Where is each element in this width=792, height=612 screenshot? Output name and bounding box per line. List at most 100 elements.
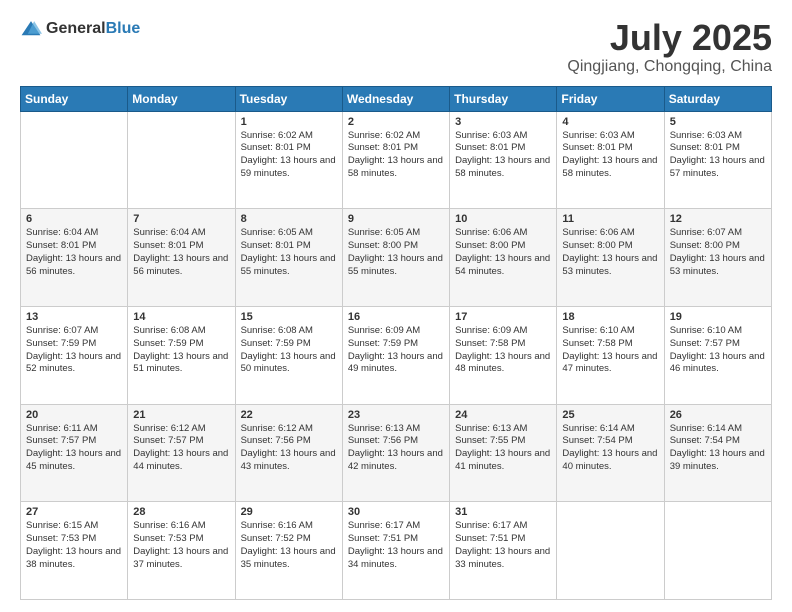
day-number: 31	[455, 506, 551, 518]
title-block: July 2025 Qingjiang, Chongqing, China	[567, 18, 772, 76]
day-info: Sunrise: 6:08 AM Sunset: 7:59 PM Dayligh…	[241, 325, 337, 376]
day-info: Sunrise: 6:14 AM Sunset: 7:54 PM Dayligh…	[670, 423, 766, 474]
calendar-cell: 1Sunrise: 6:02 AM Sunset: 8:01 PM Daylig…	[235, 111, 342, 209]
day-info: Sunrise: 6:10 AM Sunset: 7:57 PM Dayligh…	[670, 325, 766, 376]
day-info: Sunrise: 6:07 AM Sunset: 8:00 PM Dayligh…	[670, 227, 766, 278]
day-info: Sunrise: 6:09 AM Sunset: 7:59 PM Dayligh…	[348, 325, 444, 376]
calendar-cell: 4 Sunrise: 6:03 AM Sunset: 8:01 PM Daylig…	[557, 111, 664, 209]
calendar-cell: 11 Sunrise: 6:06 AM Sunset: 8:00 PM Dayli…	[557, 209, 664, 307]
calendar-cell: 19 Sunrise: 6:10 AM Sunset: 7:57 PM Dayli…	[664, 306, 771, 404]
weekday-header-wednesday: Wednesday	[342, 86, 449, 111]
day-info: Sunrise: 6:14 AM Sunset: 7:54 PM Dayligh…	[562, 423, 658, 474]
weekday-header-sunday: Sunday	[21, 86, 128, 111]
page: GeneralBlue July 2025 Qingjiang, Chongqi…	[0, 0, 792, 612]
day-info: Sunrise: 6:03 AM Sunset: 8:01 PM Dayligh…	[670, 130, 766, 181]
calendar-cell: 20 Sunrise: 6:11 AM Sunset: 7:57 PM Dayli…	[21, 404, 128, 502]
day-info: Sunrise: 6:16 AM Sunset: 7:52 PM Dayligh…	[241, 520, 337, 571]
day-number: 18	[562, 311, 658, 323]
day-number: 24	[455, 409, 551, 421]
day-number: 8	[241, 213, 337, 225]
calendar-cell: 24Sunrise: 6:13 AM Sunset: 7:55 PM Dayli…	[450, 404, 557, 502]
day-number: 15	[241, 311, 337, 323]
day-number: 3	[455, 116, 551, 128]
calendar-cell: 31 Sunrise: 6:17 AM Sunset: 7:51 PM Dayli…	[450, 502, 557, 600]
day-info: Sunrise: 6:12 AM Sunset: 7:56 PM Dayligh…	[241, 423, 337, 474]
day-info: Sunrise: 6:05 AM Sunset: 8:01 PM Dayligh…	[241, 227, 337, 278]
calendar-header-row: SundayMondayTuesdayWednesdayThursdayFrid…	[21, 86, 772, 111]
day-number: 29	[241, 506, 337, 518]
logo: GeneralBlue	[20, 18, 140, 40]
calendar-cell	[21, 111, 128, 209]
calendar-cell	[128, 111, 235, 209]
calendar-cell	[557, 502, 664, 600]
day-info: Sunrise: 6:17 AM Sunset: 7:51 PM Dayligh…	[455, 520, 551, 571]
calendar-cell: 13Sunrise: 6:07 AM Sunset: 7:59 PM Dayli…	[21, 306, 128, 404]
day-number: 11	[562, 213, 658, 225]
calendar-cell: 28Sunrise: 6:16 AM Sunset: 7:53 PM Dayli…	[128, 502, 235, 600]
calendar-cell: 30 Sunrise: 6:17 AM Sunset: 7:51 PM Dayli…	[342, 502, 449, 600]
day-info: Sunrise: 6:07 AM Sunset: 7:59 PM Dayligh…	[26, 325, 122, 376]
day-number: 6	[26, 213, 122, 225]
calendar-cell: 7 Sunrise: 6:04 AM Sunset: 8:01 PM Daylig…	[128, 209, 235, 307]
weekday-header-saturday: Saturday	[664, 86, 771, 111]
day-number: 12	[670, 213, 766, 225]
calendar-week-row: 20 Sunrise: 6:11 AM Sunset: 7:57 PM Dayli…	[21, 404, 772, 502]
day-number: 26	[670, 409, 766, 421]
day-info: Sunrise: 6:10 AM Sunset: 7:58 PM Dayligh…	[562, 325, 658, 376]
calendar-cell: 29 Sunrise: 6:16 AM Sunset: 7:52 PM Dayli…	[235, 502, 342, 600]
day-number: 5	[670, 116, 766, 128]
logo-text: GeneralBlue	[46, 20, 140, 38]
day-info: Sunrise: 6:11 AM Sunset: 7:57 PM Dayligh…	[26, 423, 122, 474]
day-number: 30	[348, 506, 444, 518]
calendar-cell: 15 Sunrise: 6:08 AM Sunset: 7:59 PM Dayli…	[235, 306, 342, 404]
day-info: Sunrise: 6:03 AM Sunset: 8:01 PM Dayligh…	[455, 130, 551, 181]
calendar-week-row: 6 Sunrise: 6:04 AM Sunset: 8:01 PM Daylig…	[21, 209, 772, 307]
day-number: 4	[562, 116, 658, 128]
logo-general: General	[46, 20, 106, 37]
logo-icon	[20, 18, 42, 40]
calendar-cell: 14 Sunrise: 6:08 AM Sunset: 7:59 PM Dayli…	[128, 306, 235, 404]
day-number: 20	[26, 409, 122, 421]
weekday-header-thursday: Thursday	[450, 86, 557, 111]
day-info: Sunrise: 6:13 AM Sunset: 7:56 PM Dayligh…	[348, 423, 444, 474]
title-location: Qingjiang, Chongqing, China	[567, 58, 772, 76]
calendar-cell: 18 Sunrise: 6:10 AM Sunset: 7:58 PM Dayli…	[557, 306, 664, 404]
day-info: Sunrise: 6:17 AM Sunset: 7:51 PM Dayligh…	[348, 520, 444, 571]
calendar-cell: 16Sunrise: 6:09 AM Sunset: 7:59 PM Dayli…	[342, 306, 449, 404]
calendar-cell: 3 Sunrise: 6:03 AM Sunset: 8:01 PM Daylig…	[450, 111, 557, 209]
day-number: 7	[133, 213, 229, 225]
day-number: 2	[348, 116, 444, 128]
calendar-cell: 17 Sunrise: 6:09 AM Sunset: 7:58 PM Dayli…	[450, 306, 557, 404]
weekday-header-friday: Friday	[557, 86, 664, 111]
calendar-week-row: 13Sunrise: 6:07 AM Sunset: 7:59 PM Dayli…	[21, 306, 772, 404]
day-number: 19	[670, 311, 766, 323]
calendar-cell: 8 Sunrise: 6:05 AM Sunset: 8:01 PM Daylig…	[235, 209, 342, 307]
day-number: 27	[26, 506, 122, 518]
calendar-cell: 5 Sunrise: 6:03 AM Sunset: 8:01 PM Daylig…	[664, 111, 771, 209]
day-info: Sunrise: 6:09 AM Sunset: 7:58 PM Dayligh…	[455, 325, 551, 376]
calendar-cell: 23 Sunrise: 6:13 AM Sunset: 7:56 PM Dayli…	[342, 404, 449, 502]
title-month: July 2025	[567, 18, 772, 58]
calendar-cell: 6Sunrise: 6:04 AM Sunset: 8:01 PM Daylig…	[21, 209, 128, 307]
day-info: Sunrise: 6:03 AM Sunset: 8:01 PM Dayligh…	[562, 130, 658, 181]
day-info: Sunrise: 6:04 AM Sunset: 8:01 PM Dayligh…	[133, 227, 229, 278]
day-info: Sunrise: 6:12 AM Sunset: 7:57 PM Dayligh…	[133, 423, 229, 474]
day-info: Sunrise: 6:08 AM Sunset: 7:59 PM Dayligh…	[133, 325, 229, 376]
day-number: 21	[133, 409, 229, 421]
day-number: 23	[348, 409, 444, 421]
day-number: 17	[455, 311, 551, 323]
calendar-cell: 25Sunrise: 6:14 AM Sunset: 7:54 PM Dayli…	[557, 404, 664, 502]
calendar-cell: 2 Sunrise: 6:02 AM Sunset: 8:01 PM Daylig…	[342, 111, 449, 209]
day-info: Sunrise: 6:06 AM Sunset: 8:00 PM Dayligh…	[562, 227, 658, 278]
calendar-week-row: 1Sunrise: 6:02 AM Sunset: 8:01 PM Daylig…	[21, 111, 772, 209]
calendar-cell	[664, 502, 771, 600]
day-info: Sunrise: 6:02 AM Sunset: 8:01 PM Dayligh…	[348, 130, 444, 181]
calendar-week-row: 27Sunrise: 6:15 AM Sunset: 7:53 PM Dayli…	[21, 502, 772, 600]
calendar-cell: 21 Sunrise: 6:12 AM Sunset: 7:57 PM Dayli…	[128, 404, 235, 502]
header: GeneralBlue July 2025 Qingjiang, Chongqi…	[20, 18, 772, 76]
day-info: Sunrise: 6:16 AM Sunset: 7:53 PM Dayligh…	[133, 520, 229, 571]
day-number: 9	[348, 213, 444, 225]
calendar-cell: 27Sunrise: 6:15 AM Sunset: 7:53 PM Dayli…	[21, 502, 128, 600]
day-info: Sunrise: 6:02 AM Sunset: 8:01 PM Dayligh…	[241, 130, 337, 181]
day-number: 14	[133, 311, 229, 323]
